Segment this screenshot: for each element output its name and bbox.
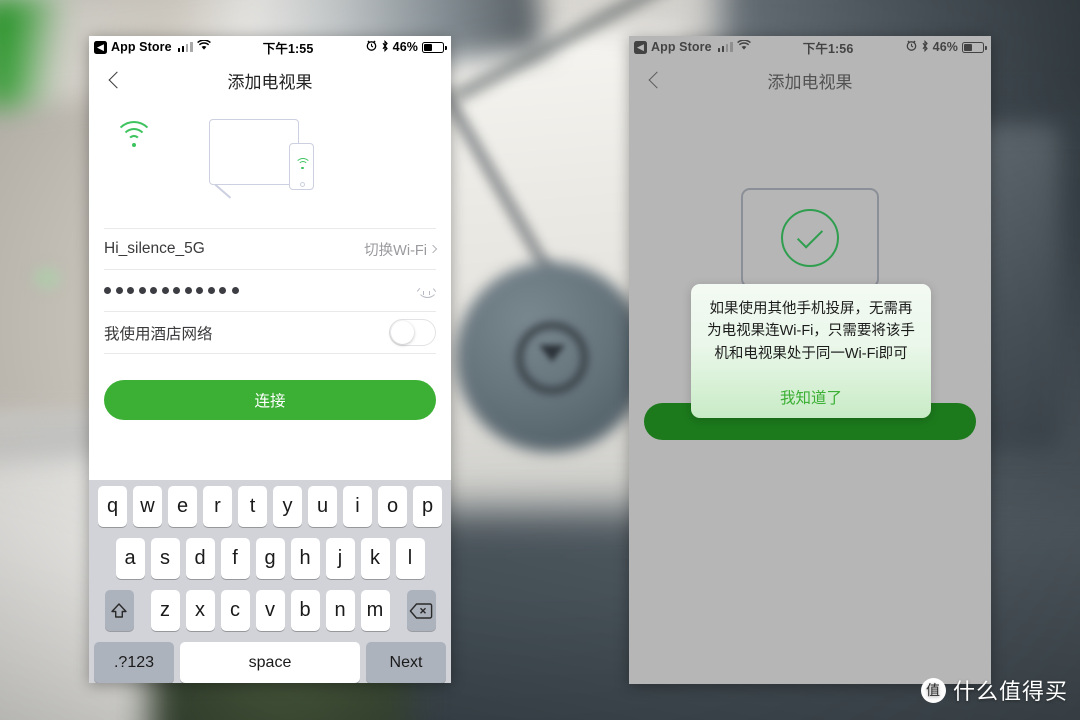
- key-a[interactable]: a: [115, 538, 145, 579]
- keyboard-row-3-letters: zxcvbnm: [150, 590, 390, 631]
- toggle-knob: [391, 321, 414, 344]
- connect-button[interactable]: 连接: [104, 380, 436, 420]
- tv-stand-icon: [216, 184, 233, 196]
- key-j[interactable]: j: [325, 538, 355, 579]
- key-r[interactable]: r: [203, 486, 232, 527]
- password-dot: [115, 287, 123, 294]
- keyboard-row-2: asdfghjkl: [89, 538, 451, 579]
- next-key[interactable]: Next: [366, 642, 446, 683]
- password-dot: [219, 287, 226, 294]
- keyboard-row-4: .?123 space Next: [89, 642, 451, 683]
- text-caret: [231, 287, 239, 294]
- success-card: [741, 188, 879, 288]
- ssid-row[interactable]: Hi_silence_5G 切换Wi-Fi: [104, 228, 438, 270]
- switch-wifi-label: 切换Wi-Fi: [364, 242, 427, 259]
- space-key[interactable]: space: [180, 642, 360, 683]
- key-t[interactable]: t: [238, 486, 267, 527]
- password-dot: [173, 287, 180, 294]
- key-y[interactable]: y: [273, 486, 302, 527]
- delete-key[interactable]: [406, 590, 436, 631]
- key-z[interactable]: z: [150, 590, 180, 631]
- wifi-icon: [294, 158, 311, 170]
- watermark-text: 什么值得买: [952, 679, 1068, 704]
- keyboard-row-1: qwertyuiop: [89, 486, 451, 527]
- left-phone-screen: ◀ App Store 下午1:55 46% 添加电视果 Hi_silence_…: [89, 36, 451, 683]
- nav-bar: 添加电视果: [89, 58, 451, 102]
- key-f[interactable]: f: [220, 538, 250, 579]
- key-b[interactable]: b: [290, 590, 320, 631]
- numbers-key[interactable]: .?123: [94, 642, 174, 683]
- status-bar-right: 46%: [366, 39, 447, 55]
- key-e[interactable]: e: [168, 486, 197, 527]
- key-q[interactable]: q: [98, 486, 127, 527]
- key-d[interactable]: d: [185, 538, 215, 579]
- key-v[interactable]: v: [255, 590, 285, 631]
- battery-percent-label: 46%: [392, 40, 418, 54]
- key-p[interactable]: p: [413, 486, 442, 527]
- eye-off-icon[interactable]: [416, 285, 438, 298]
- shift-key[interactable]: [104, 590, 134, 631]
- page-title: 添加电视果: [227, 72, 313, 92]
- status-bar-time: 下午1:55: [262, 41, 314, 56]
- app-back-chip-icon[interactable]: ◀: [94, 40, 107, 54]
- hotel-network-row[interactable]: 我使用酒店网络: [104, 312, 436, 354]
- onscreen-keyboard: qwertyuiop asdfghjkl zxcvbnm .?123 space…: [89, 480, 451, 683]
- check-circle-icon: [781, 209, 839, 267]
- key-s[interactable]: s: [150, 538, 180, 579]
- key-c[interactable]: c: [220, 590, 250, 631]
- hotel-network-toggle[interactable]: [389, 319, 436, 346]
- signal-bars-icon: [177, 42, 193, 52]
- key-n[interactable]: n: [325, 590, 355, 631]
- password-dot: [184, 287, 192, 294]
- status-bar-left: ◀ App Store: [94, 39, 211, 54]
- tooltip-message: 如果使用其他手机投屏，无需再为电视果连Wi-Fi，只需要将该手机和电视果处于同一…: [707, 301, 915, 362]
- key-w[interactable]: w: [133, 486, 162, 527]
- password-dot: [104, 287, 111, 294]
- key-x[interactable]: x: [185, 590, 215, 631]
- keyboard-row-3: zxcvbnm: [89, 590, 451, 631]
- key-u[interactable]: u: [308, 486, 337, 527]
- key-i[interactable]: i: [343, 486, 372, 527]
- key-l[interactable]: l: [395, 538, 425, 579]
- wifi-setup-illustration: [89, 102, 451, 228]
- phone-icon: [289, 143, 314, 190]
- wifi-icon: [196, 39, 211, 54]
- password-dot: [150, 287, 157, 294]
- right-phone-screen: ◀ App Store 下午1:56 46% 添加电视果 如果使用其他手机投屏: [629, 36, 991, 684]
- info-tooltip: 如果使用其他手机投屏，无需再为电视果连Wi-Fi，只需要将该手机和电视果处于同一…: [691, 284, 931, 419]
- hotel-network-label: 我使用酒店网络: [104, 325, 213, 343]
- watermark-badge: 值: [920, 677, 946, 703]
- password-dot: [207, 287, 215, 294]
- password-input[interactable]: [104, 287, 417, 294]
- password-dot: [127, 287, 134, 294]
- key-g[interactable]: g: [255, 538, 285, 579]
- status-bar-app-name: App Store: [111, 40, 172, 54]
- password-dot: [196, 287, 203, 294]
- password-dot: [138, 287, 146, 294]
- tv-icon: [209, 119, 299, 185]
- watermark: 值 什么值得买: [920, 674, 1068, 706]
- password-row[interactable]: [104, 270, 438, 312]
- tooltip-confirm-button[interactable]: 我知道了: [707, 376, 915, 418]
- key-h[interactable]: h: [290, 538, 320, 579]
- alarm-icon: [366, 40, 377, 54]
- battery-icon: [422, 41, 447, 53]
- key-m[interactable]: m: [360, 590, 390, 631]
- key-k[interactable]: k: [360, 538, 390, 579]
- bluetooth-icon: [381, 39, 389, 55]
- password-dot: [161, 287, 169, 294]
- status-bar: ◀ App Store 下午1:55 46%: [89, 36, 451, 58]
- ssid-value: Hi_silence_5G: [104, 240, 205, 257]
- chevron-right-icon: [428, 244, 438, 254]
- wifi-icon: [114, 121, 154, 147]
- key-o[interactable]: o: [378, 486, 407, 527]
- switch-wifi-button[interactable]: 切换Wi-Fi: [364, 239, 438, 260]
